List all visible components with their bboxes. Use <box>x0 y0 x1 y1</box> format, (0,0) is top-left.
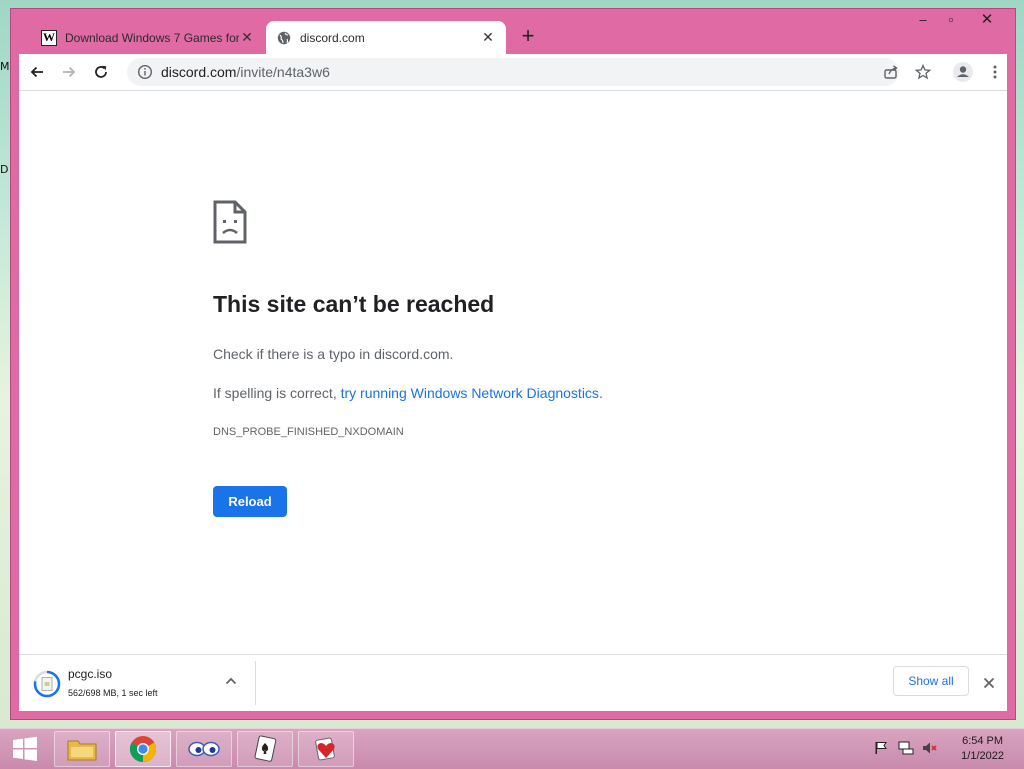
download-shelf: pcgc.iso 562/698 MB, 1 sec left Show all <box>19 654 1007 711</box>
profile-avatar-icon[interactable] <box>949 58 977 86</box>
tab-close-icon[interactable]: ✕ <box>480 29 496 46</box>
show-all-downloads-button[interactable]: Show all <box>893 666 969 696</box>
forward-arrow-icon[interactable] <box>55 58 83 86</box>
taskbar: 6:54 PM 1/1/2022 <box>0 728 1024 769</box>
tab-close-icon[interactable]: ✕ <box>239 29 255 46</box>
tab-download-windows-games[interactable]: W Download Windows 7 Games for ✕ <box>31 21 265 54</box>
maximize-icon[interactable]: ▫ <box>937 9 965 31</box>
error-typo-hint: Check if there is a typo in discord.com. <box>213 346 454 362</box>
taskbar-hearts[interactable] <box>298 731 354 767</box>
clock-date: 1/1/2022 <box>961 750 1004 762</box>
diagnostics-suffix: . <box>598 385 603 401</box>
download-status: 562/698 MB, 1 sec left <box>68 688 158 698</box>
address-path: /invite/n4ta3w6 <box>236 64 330 80</box>
error-diagnostics-hint: If spelling is correct, try running Wind… <box>213 385 603 401</box>
page-content: This site can’t be reached Check if ther… <box>19 90 1007 654</box>
desktop-edge-letter-m: M <box>0 60 10 73</box>
w-logo-icon: W <box>41 29 57 46</box>
start-button[interactable] <box>2 731 48 767</box>
browser-toolbar: discord.com/invite/n4ta3w6 <box>19 54 1007 90</box>
taskbar-chrome[interactable] <box>115 731 171 767</box>
taskbar-solitaire[interactable] <box>237 731 293 767</box>
bookmark-star-icon[interactable] <box>909 58 937 86</box>
browser-window: W Download Windows 7 Games for ✕ discord… <box>10 8 1016 720</box>
download-file-name[interactable]: pcgc.iso <box>68 667 112 681</box>
globe-icon <box>276 30 292 46</box>
eyes-icon <box>188 741 220 757</box>
close-download-shelf-icon[interactable] <box>979 673 999 693</box>
reload-button[interactable]: Reload <box>213 486 287 517</box>
chevron-up-icon[interactable] <box>223 673 239 689</box>
site-info-icon[interactable] <box>137 64 153 80</box>
sad-document-icon <box>213 200 247 244</box>
windows-logo-icon <box>13 736 37 761</box>
spade-card-icon <box>254 735 277 762</box>
volume-muted-icon[interactable] <box>921 739 939 757</box>
error-code: DNS_PROBE_FINISHED_NXDOMAIN <box>213 426 404 438</box>
taskbar-eyes-app[interactable] <box>176 731 232 767</box>
tab-discord[interactable]: discord.com ✕ <box>266 21 506 54</box>
reload-icon[interactable] <box>87 58 115 86</box>
network-diagnostics-link[interactable]: try running Windows Network Diagnostics <box>341 385 599 401</box>
folder-icon <box>67 740 97 761</box>
network-icon[interactable] <box>897 739 915 757</box>
address-domain: discord.com <box>161 64 237 80</box>
back-arrow-icon[interactable] <box>23 58 51 86</box>
taskbar-file-explorer[interactable] <box>54 731 110 767</box>
chrome-icon <box>129 736 157 763</box>
taskbar-clock[interactable]: 6:54 PM 1/1/2022 <box>961 734 1004 764</box>
share-icon[interactable] <box>877 58 905 86</box>
window-close-icon[interactable]: ✕ <box>967 9 1007 31</box>
tab-title: Download Windows 7 Games for <box>65 30 239 45</box>
clock-time: 6:54 PM <box>962 735 1004 747</box>
download-separator <box>255 661 256 705</box>
new-tab-plus-icon[interactable]: + <box>516 25 540 49</box>
heart-card-icon <box>315 737 335 761</box>
tab-title: discord.com <box>300 30 365 45</box>
action-center-flag-icon[interactable] <box>872 739 890 757</box>
kebab-menu-icon[interactable] <box>981 58 1009 86</box>
download-progress-icon <box>33 670 61 698</box>
tab-strip: W Download Windows 7 Games for ✕ discord… <box>11 9 1015 54</box>
desktop-edge-letter-d: D <box>0 163 9 176</box>
minimize-icon[interactable]: – <box>909 9 937 31</box>
address-bar[interactable]: discord.com/invite/n4ta3w6 <box>127 58 899 86</box>
address-url: discord.com/invite/n4ta3w6 <box>161 64 330 80</box>
error-title: This site can’t be reached <box>213 291 495 317</box>
diagnostics-prefix: If spelling is correct, <box>213 385 341 401</box>
